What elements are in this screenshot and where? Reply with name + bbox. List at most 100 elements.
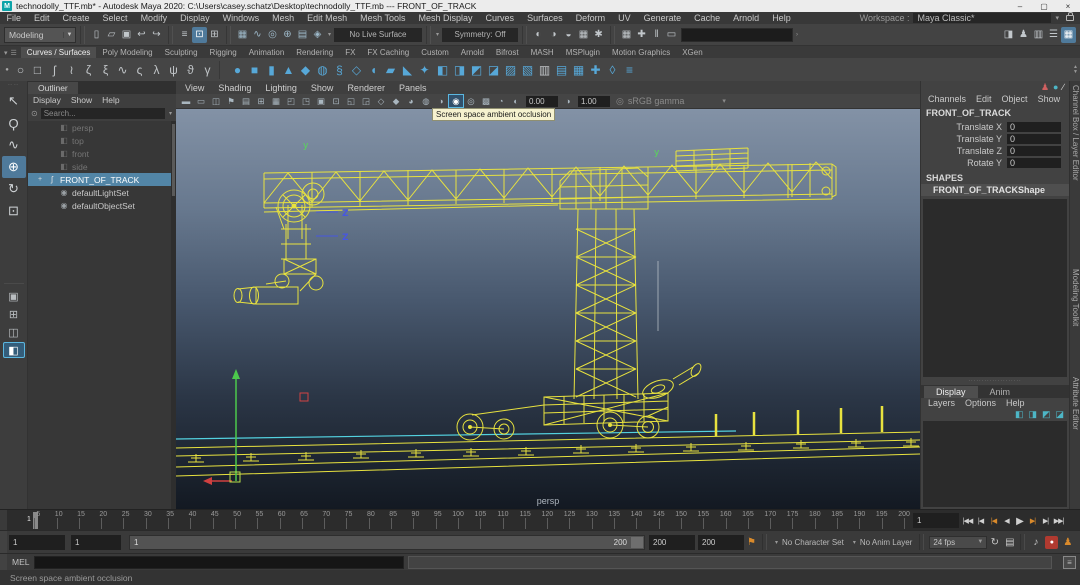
channel-box-menu-item[interactable]: Channels [923, 94, 971, 104]
outliner-item-top[interactable]: ◧ top [28, 134, 171, 147]
align-surfaces-icon[interactable]: ▥ [536, 60, 553, 79]
shelf-tab[interactable]: XGen [676, 47, 708, 58]
shelf-tab[interactable]: FX Caching [361, 47, 415, 58]
show-channel-box-icon[interactable]: ▦ [1061, 27, 1076, 43]
multisample-aa-icon[interactable]: ▩ [479, 95, 493, 107]
chevron-down-icon[interactable]: ▾ [1055, 14, 1059, 22]
sidebar-tab-attribute-editor[interactable]: Attribute Editor [1071, 377, 1080, 430]
nurbs-circle-icon[interactable]: ○ [12, 60, 29, 79]
channel-box-menu-item[interactable]: Object [997, 94, 1033, 104]
detach-curves-icon[interactable]: ψ [165, 60, 182, 79]
bevel-plus-icon[interactable]: ◖ [365, 60, 382, 79]
menu-item[interactable]: Mesh Display [412, 13, 479, 23]
shelf-options-icon[interactable]: ☰ [11, 49, 17, 57]
pause-icon[interactable]: ‖ [649, 27, 664, 43]
menu-item[interactable]: Generate [637, 13, 688, 23]
menu-item[interactable]: File [0, 13, 28, 23]
nurbs-cylinder-icon[interactable]: ▮ [263, 60, 280, 79]
layout-persp-outliner-icon[interactable]: ◧ [3, 342, 25, 358]
three-point-arc-icon[interactable]: ξ [97, 60, 114, 79]
character-set-selector[interactable]: ▾ No Character Set [770, 536, 848, 549]
shelf-tab[interactable]: Rigging [204, 47, 243, 58]
shelf-tab[interactable]: Rendering [290, 47, 339, 58]
panel-splitter[interactable]: ···················· [921, 378, 1069, 384]
menu-item[interactable]: Mesh [266, 13, 301, 23]
layer-editor-menu-item[interactable]: Help [1001, 398, 1030, 408]
bevel-icon[interactable]: ◇ [348, 60, 365, 79]
layer-editor-tab[interactable]: Display [924, 386, 978, 398]
select-object-icon[interactable]: ⊡ [192, 27, 207, 43]
field-chart-icon[interactable]: ⊡ [329, 95, 343, 107]
gate-mask-icon[interactable]: ▣ [314, 95, 328, 107]
outliner-menu-item[interactable]: Show [66, 95, 97, 105]
menu-item[interactable]: Select [96, 13, 134, 23]
lock-icon[interactable] [1066, 15, 1074, 21]
render-settings-icon[interactable]: ▦ [576, 27, 591, 43]
shadows-icon[interactable]: ◑ [434, 95, 448, 107]
layout-four-pane-icon[interactable]: ⊞ [3, 306, 25, 322]
play-backwards-button[interactable]: ◀ [1000, 514, 1013, 529]
viewport-canvas[interactable]: y y Z Z persp [176, 109, 920, 509]
minimize-button[interactable]: – [1008, 2, 1032, 11]
playback-start-field[interactable]: 1 [71, 535, 121, 550]
step-back-key-button[interactable]: |◀ [987, 514, 1000, 529]
timeline[interactable]: 1 51015202530354045505560657075808590951… [7, 510, 909, 531]
new-layer-from-selected-icon[interactable]: ◪ [1055, 409, 1064, 420]
make-live-icon[interactable]: ◈ [310, 27, 325, 43]
pencil-icon[interactable]: ∕ [1062, 82, 1064, 93]
shelf-tab[interactable]: Bifrost [490, 47, 525, 58]
reverse-direction-icon[interactable]: ✚ [587, 60, 604, 79]
layer-editor-menu-item[interactable]: Layers [923, 398, 960, 408]
show-modeling-toolkit-icon[interactable]: ◨ [1001, 27, 1016, 43]
xray-icon[interactable]: ◔ [494, 95, 508, 107]
ep-curve-tool-icon[interactable]: ʃ [46, 60, 63, 79]
insert-knot-icon[interactable]: ς [131, 60, 148, 79]
open-scene-icon[interactable]: ▱ [104, 27, 119, 43]
curve-fillet-icon[interactable]: ∿ [114, 60, 131, 79]
attach-surfaces-icon[interactable]: ▨ [502, 60, 519, 79]
planar-icon[interactable]: ✦ [416, 60, 433, 79]
shelf-tab[interactable]: Sculpting [159, 47, 204, 58]
outliner-menu-item[interactable]: Help [97, 95, 124, 105]
shelf-tab[interactable]: MASH [525, 47, 560, 58]
shelf-tab[interactable]: Arnold [455, 47, 490, 58]
layout-single-pane-icon[interactable]: ▣ [3, 288, 25, 304]
untrim-icon[interactable]: ◪ [485, 60, 502, 79]
move-tool-icon[interactable]: ⊕ [2, 156, 26, 178]
sidebar-tab-modeling-toolkit[interactable]: Modeling Toolkit [1071, 269, 1080, 326]
toolbox-grip[interactable]: ⋯⋯ [8, 81, 20, 90]
detach-surfaces-icon[interactable]: ▧ [519, 60, 536, 79]
textured-icon[interactable]: ◕ [404, 95, 418, 107]
lasso-tool-icon[interactable]: Ϙ [2, 112, 26, 134]
select-component-icon[interactable]: ⊞ [207, 27, 222, 43]
nurbs-torus-icon[interactable]: ◍ [314, 60, 331, 79]
menu-item[interactable]: Edit Mesh [301, 13, 354, 23]
snap-to-curves-icon[interactable]: ∿ [250, 27, 265, 43]
animation-preferences-icon[interactable]: ♟ [1060, 537, 1075, 548]
outliner-item-defaultlightset[interactable]: ◉ defaultLightSet [28, 186, 171, 199]
pencil-curve-tool-icon[interactable]: ≀ [63, 60, 80, 79]
shelf-tab[interactable]: Animation [243, 47, 291, 58]
character-icon[interactable]: ♟ [1041, 82, 1049, 93]
nurbs-cone-icon[interactable]: ▲ [280, 60, 297, 79]
viewport-menu-item[interactable]: Show [304, 83, 341, 93]
save-scene-icon[interactable]: ▣ [119, 27, 134, 43]
sculpt-surfaces-icon[interactable]: ◊ [604, 60, 621, 79]
select-hierarchy-icon[interactable]: ≡ [177, 27, 192, 43]
command-line-grip[interactable] [0, 554, 7, 570]
nurbs-plane-icon[interactable]: ◆ [297, 60, 314, 79]
plus-icon[interactable]: ✚ [634, 27, 649, 43]
move-layer-up-icon[interactable]: ◧ [1015, 409, 1024, 420]
lights-icon[interactable]: ◍ [419, 95, 433, 107]
chevron-down-icon[interactable]: ▾ [168, 110, 173, 117]
current-frame-field[interactable]: 1 [913, 513, 959, 528]
shelf-tab[interactable]: FX [339, 47, 361, 58]
snap-to-projected-center-icon[interactable]: ⊕ [280, 27, 295, 43]
grid-icon[interactable]: ▦ [269, 95, 283, 107]
paint-selection-tool-icon[interactable]: ∿ [2, 134, 26, 156]
outliner-item-front-of-track[interactable]: + ʃ FRONT_OF_TRACK [28, 173, 171, 186]
quick-selection-field[interactable] [681, 28, 793, 42]
layout-two-pane-icon[interactable]: ◫ [3, 324, 25, 340]
menu-item[interactable]: Help [766, 13, 798, 23]
bookmarks-icon[interactable]: ⚑ [224, 95, 238, 107]
